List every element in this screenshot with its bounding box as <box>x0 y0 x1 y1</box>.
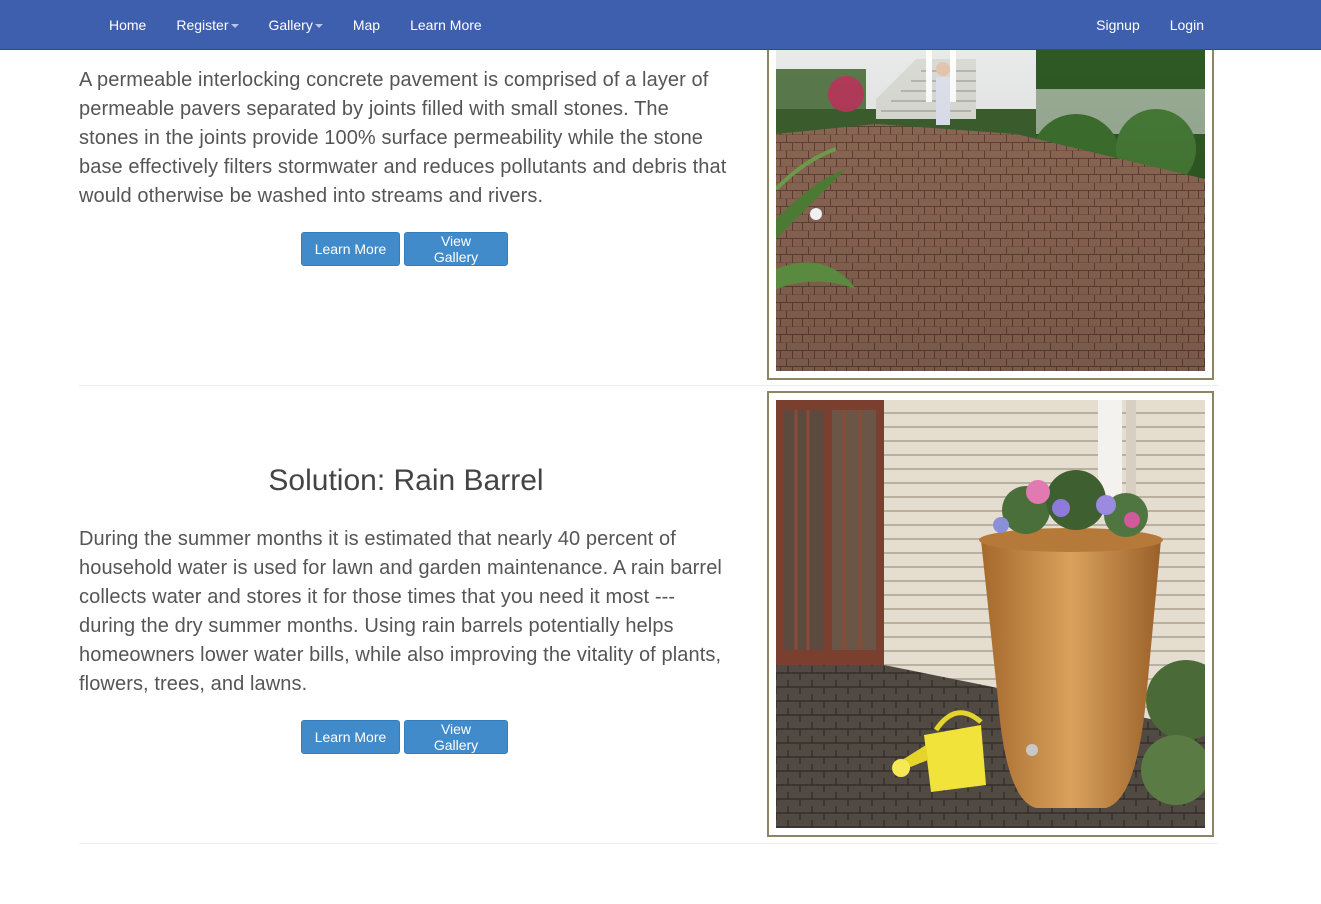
nav-signup-label: Signup <box>1096 16 1140 33</box>
nav-login[interactable]: Login <box>1155 0 1219 49</box>
rain-barrel-heading: Solution: Rain Barrel <box>268 464 544 497</box>
paver-section-text: A permeable interlocking concrete paveme… <box>79 66 733 211</box>
paver-photo-frame <box>767 30 1214 380</box>
nav-register-label: Register <box>176 16 229 33</box>
caret-down-icon <box>230 23 239 28</box>
paver-button-group: Learn More View Gallery <box>301 232 508 266</box>
rain-barrel-description: During the summer months it is estimated… <box>79 528 722 695</box>
paver-view-gallery-button[interactable]: View Gallery <box>404 232 508 266</box>
nav-map[interactable]: Map <box>338 0 395 49</box>
nav-login-label: Login <box>1169 16 1204 33</box>
rain-barrel-learn-more-button[interactable]: Learn More <box>301 720 400 754</box>
paver-patio-photo <box>776 39 1205 371</box>
nav-learn-more-label: Learn More <box>410 16 482 33</box>
section-divider <box>79 385 1219 386</box>
rain-barrel-photo-frame <box>767 391 1214 837</box>
rain-barrel-image <box>776 400 1205 828</box>
section-divider-bottom <box>79 843 1219 844</box>
nav-learn-more[interactable]: Learn More <box>395 0 497 49</box>
rain-barrel-button-group: Learn More View Gallery <box>301 720 508 754</box>
nav-register-dropdown[interactable]: Register <box>161 0 253 49</box>
rain-barrel-photo <box>776 400 1205 828</box>
nav-gallery-dropdown[interactable]: Gallery <box>254 0 338 49</box>
nav-gallery-label: Gallery <box>268 16 313 33</box>
nav-home[interactable]: Home <box>94 0 161 49</box>
paver-description: A permeable interlocking concrete paveme… <box>79 69 727 207</box>
paver-learn-more-button[interactable]: Learn More <box>301 232 400 266</box>
nav-map-label: Map <box>352 16 381 33</box>
caret-down-icon <box>314 23 323 28</box>
rain-barrel-section-text: During the summer months it is estimated… <box>79 525 733 699</box>
rain-barrel-view-gallery-button[interactable]: View Gallery <box>404 720 508 754</box>
paver-patio-image <box>776 39 1205 371</box>
nav-signup[interactable]: Signup <box>1081 0 1155 49</box>
top-navbar: Home Register Gallery Map Learn More Sig… <box>0 0 1321 50</box>
nav-right-group: Signup Login <box>1081 0 1219 49</box>
nav-home-label: Home <box>109 16 147 33</box>
nav-left-group: Home Register Gallery Map Learn More <box>94 0 497 49</box>
